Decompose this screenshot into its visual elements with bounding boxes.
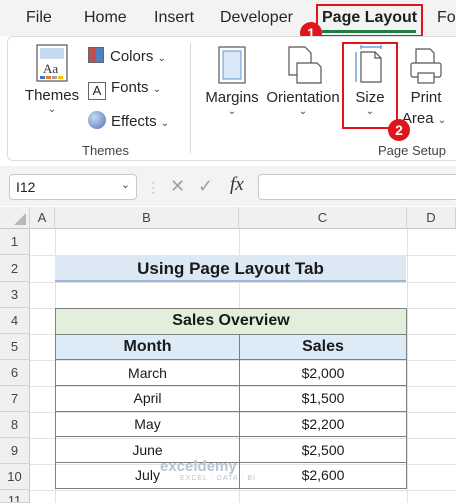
row-header-11[interactable]: 11 (0, 490, 30, 503)
name-box-value: I12 (16, 179, 36, 195)
fonts-label: Fonts (111, 79, 149, 96)
svg-text:Aa: Aa (43, 61, 58, 76)
highlight-box-page-layout (316, 4, 423, 37)
row-header-3[interactable]: 3 (0, 282, 30, 308)
enter-check-icon[interactable]: ✓ (198, 176, 213, 197)
chevron-down-icon: ⌄ (160, 118, 170, 129)
print-area-button[interactable]: Print (400, 45, 452, 106)
cancel-icon[interactable]: ✕ (170, 176, 185, 197)
name-box[interactable]: I12 ⌄ (9, 174, 137, 200)
month-cell[interactable]: May (55, 410, 240, 438)
tab-file[interactable]: File (26, 9, 52, 27)
watermark-text: exceldemy (160, 458, 237, 475)
select-all-icon (14, 213, 26, 225)
tab-home[interactable]: Home (84, 9, 127, 27)
effects-icon (88, 111, 106, 129)
chevron-down-icon: ⌄ (152, 84, 162, 95)
row-header-10[interactable]: 10 (0, 464, 30, 490)
table-row: May $2,200 (55, 410, 407, 438)
gridline (30, 282, 456, 283)
colors-label: Colors (110, 48, 154, 65)
colors-icon (88, 47, 104, 63)
effects-label: Effects (111, 113, 157, 130)
sales-cell[interactable]: $2,500 (239, 436, 407, 464)
chevron-down-icon: ⌄ (437, 115, 447, 126)
orientation-button[interactable]: Orientation ⌄ (263, 45, 343, 117)
select-all-corner[interactable] (0, 207, 30, 229)
watermark-logo: exceldemy EXCEL · DATA · BI (160, 458, 256, 482)
formula-input[interactable] (258, 174, 456, 200)
margins-button[interactable]: Margins ⌄ (201, 45, 263, 117)
themes-button[interactable]: Aa Themes ⌄ (24, 43, 80, 115)
tab-developer[interactable]: Developer (220, 9, 293, 27)
header-cell-sales[interactable]: Sales (239, 333, 407, 361)
orientation-label: Orientation (266, 89, 340, 106)
sales-cell[interactable]: $1,500 (239, 385, 407, 412)
month-cell[interactable]: March (55, 359, 240, 387)
sales-cell[interactable]: $2,600 (239, 462, 407, 489)
gridline (30, 490, 456, 491)
column-header-c[interactable]: C (239, 207, 407, 229)
chevron-down-icon: ⌄ (298, 106, 308, 117)
table-title-cell[interactable]: Sales Overview (55, 308, 407, 335)
row-header-1[interactable]: 1 (0, 229, 30, 255)
insert-function-icon[interactable]: fx (230, 174, 244, 196)
tab-insert[interactable]: Insert (154, 9, 194, 27)
sales-cell[interactable]: $2,000 (239, 359, 407, 387)
tab-formulas-partial[interactable]: Fo (437, 9, 456, 27)
watermark-tagline: EXCEL · DATA · BI (180, 475, 256, 482)
sales-cell[interactable]: $2,200 (239, 410, 407, 438)
column-header-a[interactable]: A (30, 207, 55, 229)
print-area-label-1: Print (410, 89, 442, 106)
column-header-d[interactable]: D (407, 207, 456, 229)
fonts-button[interactable]: A Fonts ⌄ (88, 79, 161, 100)
fonts-icon: A (88, 82, 106, 100)
margins-icon (218, 46, 246, 84)
print-area-icon (410, 48, 442, 84)
chevron-down-icon: ⌄ (47, 104, 57, 115)
row-header-6[interactable]: 6 (0, 360, 30, 386)
row-header-4[interactable]: 4 (0, 308, 30, 334)
chevron-down-icon: ⌄ (227, 106, 237, 117)
month-cell[interactable]: April (55, 385, 240, 412)
themes-label: Themes (24, 87, 80, 104)
row-header-8[interactable]: 8 (0, 412, 30, 438)
row-header-2[interactable]: 2 (0, 255, 30, 282)
highlight-box-size (342, 42, 398, 129)
drag-handle-icon[interactable]: ⋮ (146, 179, 160, 196)
table-row: April $1,500 (55, 385, 407, 412)
column-header-b[interactable]: B (55, 207, 239, 229)
group-separator (190, 43, 191, 153)
sheet-title-cell[interactable]: Using Page Layout Tab (55, 255, 406, 282)
header-cell-month[interactable]: Month (55, 333, 240, 361)
colors-button[interactable]: Colors ⌄ (88, 47, 166, 65)
table-row: March $2,000 (55, 359, 407, 387)
themes-icon: Aa (36, 44, 68, 82)
chevron-down-icon[interactable]: ⌄ (121, 178, 130, 191)
chevron-down-icon: ⌄ (157, 53, 166, 64)
page-setup-group-label: Page Setup (378, 143, 446, 158)
orientation-icon (288, 46, 322, 84)
margins-label: Margins (205, 89, 259, 106)
row-header-9[interactable]: 9 (0, 438, 30, 464)
effects-button[interactable]: Effects ⌄ (88, 111, 169, 130)
step-badge-2: 2 (388, 119, 410, 141)
row-header-7[interactable]: 7 (0, 386, 30, 412)
formula-bar: I12 ⌄ ⋮ ✕ ✓ fx (0, 166, 456, 206)
themes-group-label: Themes (82, 143, 129, 158)
gridline (407, 229, 408, 503)
row-header-5[interactable]: 5 (0, 334, 30, 360)
